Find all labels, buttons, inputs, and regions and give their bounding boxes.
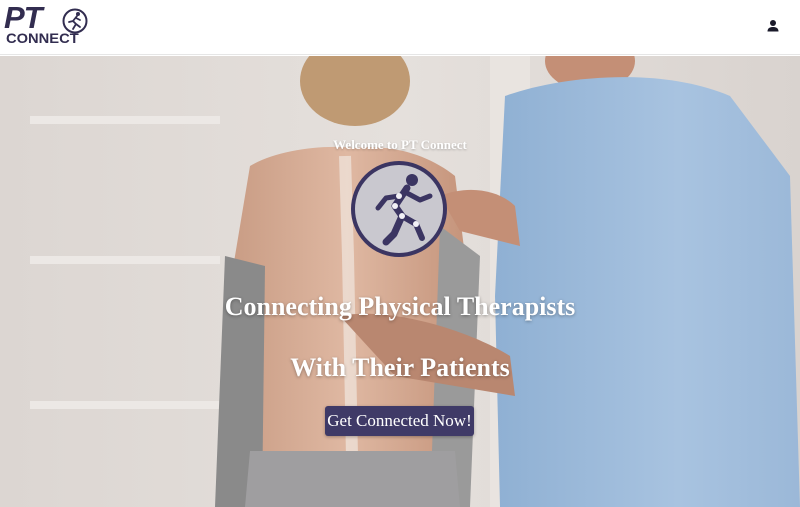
top-navbar: PT CONNECT: [0, 0, 800, 55]
user-icon[interactable]: [764, 17, 782, 35]
pt-connect-logo[interactable]: PT CONNECT: [4, 0, 94, 48]
get-connected-button[interactable]: Get Connected Now!: [325, 406, 474, 436]
headline-line-1: Connecting Physical Therapists: [224, 292, 576, 321]
hero-section: Welcome to PT Connect Connecting Physica…: [0, 56, 800, 507]
logo-text-connect: CONNECT: [6, 30, 79, 46]
running-figure-icon: [351, 161, 447, 257]
welcome-text: Welcome to PT Connect: [333, 137, 467, 152]
hero-overlay: Welcome to PT Connect Connecting Physica…: [0, 56, 800, 507]
headline-line-2: With Their Patients: [290, 353, 510, 382]
